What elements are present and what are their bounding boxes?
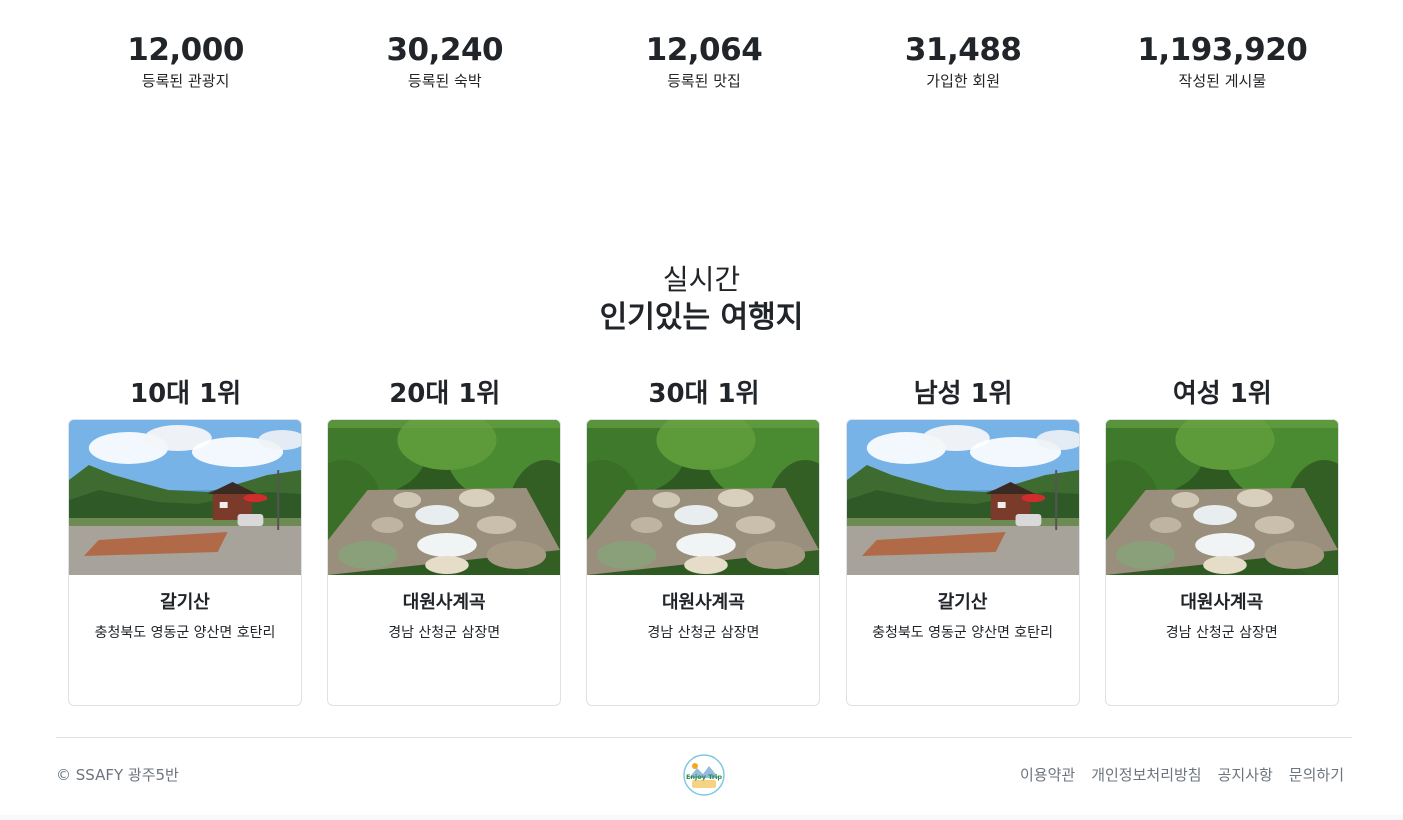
stat-value: 1,193,920 (1137, 32, 1308, 68)
stat-label: 작성된 게시물 (1178, 72, 1267, 90)
stat-posts: 1,193,920 작성된 게시물 (1093, 30, 1352, 90)
footer-links: 이용약관 개인정보처리방침 공지사항 문의하기 (1020, 765, 1344, 785)
stat-restaurants: 12,064 등록된 맛집 (574, 30, 833, 90)
stat-label: 등록된 숙박 (407, 72, 482, 90)
attraction-address: 경남 산청군 삼장면 (1165, 625, 1278, 641)
footer-link-privacy[interactable]: 개인정보처리방침 (1091, 765, 1201, 785)
stat-value: 12,000 (127, 32, 244, 68)
footer-link-contact[interactable]: 문의하기 (1289, 765, 1344, 785)
attraction-card[interactable]: 대원사계곡 경남 산청군 삼장면 (586, 419, 821, 706)
copyright-text: © SSAFY 광주5반 (56, 766, 179, 784)
rank-label: 여성 1위 (1172, 379, 1272, 409)
stat-label: 가입한 회원 (926, 72, 1001, 90)
popular-column: 남성 1위 갈기산 충청북도 영동군 양산면 호탄리 (834, 374, 1093, 706)
attraction-image[interactable] (1105, 420, 1338, 575)
enjoy-trip-logo[interactable]: Enjoy Trip (683, 754, 725, 796)
footer: © SSAFY 광주5반 Enjoy Trip 이용약관 개인정보처리방침 공지… (56, 737, 1352, 815)
attraction-name: 대원사계곡 (661, 592, 745, 613)
popular-column: 20대 1위 대원사계곡 경남 산청군 삼장면 (315, 374, 574, 706)
rank-label: 20대 1위 (389, 379, 501, 409)
footer-link-notice[interactable]: 공지사항 (1218, 765, 1273, 785)
attraction-address: 충청북도 영동군 양산면 호탄리 (94, 625, 276, 641)
page-bottom-strip (0, 815, 1403, 820)
attraction-address: 충청북도 영동군 양산면 호탄리 (872, 625, 1053, 641)
attraction-image[interactable] (69, 420, 301, 575)
popular-section-title: 실시간 인기있는 여행지 (0, 262, 1403, 338)
attraction-name: 갈기산 (937, 592, 988, 613)
attraction-card[interactable]: 갈기산 충청북도 영동군 양산면 호탄리 (68, 419, 302, 706)
popular-column: 10대 1위 갈기산 충청북도 영동군 양산면 호탄리 (56, 374, 315, 706)
stat-lodging: 30,240 등록된 숙박 (315, 30, 574, 90)
stat-attractions: 12,000 등록된 관광지 (56, 30, 315, 90)
rank-label: 10대 1위 (130, 379, 242, 409)
attraction-name: 대원사계곡 (402, 592, 486, 613)
rank-label: 남성 1위 (913, 379, 1013, 409)
popular-column: 여성 1위 대원사계곡 경남 산청군 삼장면 (1093, 374, 1352, 706)
popular-cards: 10대 1위 갈기산 충청북도 영동군 양산면 호탄리 20대 1위 대원사계곡… (56, 374, 1352, 706)
footer-link-terms[interactable]: 이용약관 (1020, 765, 1075, 785)
stat-value: 12,064 (645, 32, 763, 68)
rank-label: 30대 1위 (648, 379, 760, 409)
stat-label: 등록된 맛집 (667, 72, 741, 90)
section-title-line1: 실시간 (662, 263, 741, 296)
attraction-address: 경남 산청군 삼장면 (647, 625, 760, 641)
attraction-card[interactable]: 갈기산 충청북도 영동군 양산면 호탄리 (845, 419, 1080, 706)
logo-text: Enjoy Trip (686, 773, 722, 781)
attraction-image[interactable] (328, 420, 561, 575)
attraction-address: 경남 산청군 삼장면 (388, 625, 501, 641)
stats-row: 12,000 등록된 관광지 30,240 등록된 숙박 12,064 등록된 … (56, 30, 1352, 90)
attraction-name: 대원사계곡 (1180, 592, 1264, 613)
attraction-image[interactable] (587, 420, 820, 575)
attraction-image[interactable] (846, 420, 1079, 575)
popular-column: 30대 1위 대원사계곡 경남 산청군 삼장면 (574, 374, 833, 706)
attraction-card[interactable]: 대원사계곡 경남 산청군 삼장면 (327, 419, 562, 706)
section-title-line2: 인기있는 여행지 (599, 300, 804, 335)
stat-members: 31,488 가입한 회원 (834, 30, 1093, 90)
stat-value: 31,488 (904, 32, 1022, 68)
stat-value: 30,240 (386, 32, 504, 68)
stat-label: 등록된 관광지 (141, 72, 230, 90)
attraction-name: 갈기산 (160, 592, 210, 613)
attraction-card[interactable]: 대원사계곡 경남 산청군 삼장면 (1104, 419, 1339, 706)
